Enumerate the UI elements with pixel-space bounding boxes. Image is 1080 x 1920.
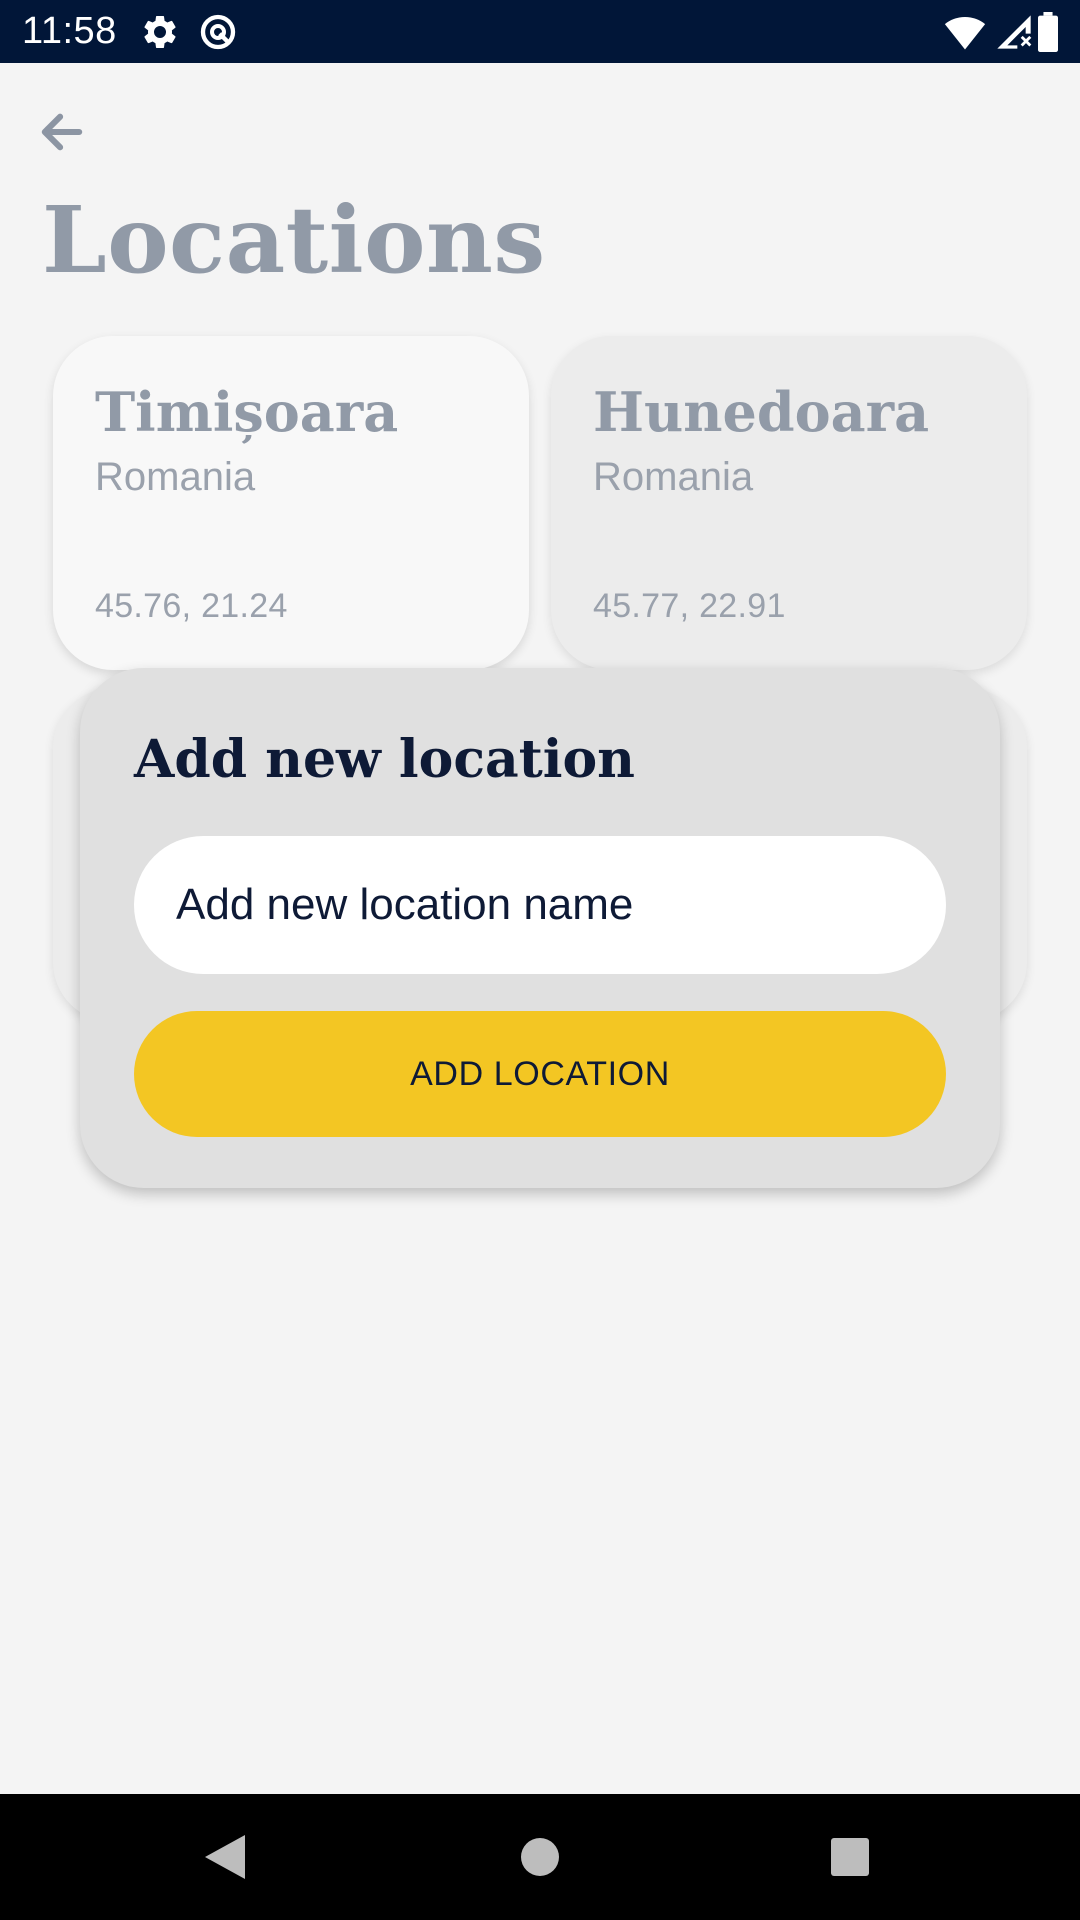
signal-icon xyxy=(994,12,1034,52)
add-location-button[interactable]: ADD LOCATION xyxy=(134,1011,946,1137)
location-coordinates: 45.76, 21.24 xyxy=(95,587,288,625)
back-button[interactable] xyxy=(30,100,94,164)
settings-icon xyxy=(140,12,180,52)
add-location-dialog: Add new location ADD LOCATION xyxy=(80,668,1000,1188)
status-time: 11:58 xyxy=(22,10,117,52)
location-country: Romania xyxy=(593,455,754,499)
battery-icon xyxy=(1036,12,1060,52)
location-coordinates: 45.77, 22.91 xyxy=(593,587,786,625)
nav-home-button[interactable] xyxy=(505,1822,575,1892)
location-city: Timișoara xyxy=(95,380,399,444)
nav-recents-button[interactable] xyxy=(815,1822,885,1892)
dialog-title: Add new location xyxy=(134,729,635,790)
location-city: Hunedoara xyxy=(593,380,930,444)
screen: 11:58 Locations Timișoara Romania 45.76,… xyxy=(0,0,1080,1920)
nav-back-button[interactable] xyxy=(190,1822,260,1892)
location-card[interactable]: Timișoara Romania 45.76, 21.24 xyxy=(53,336,529,670)
arrow-left-icon xyxy=(41,113,83,151)
data-saver-icon xyxy=(198,12,238,52)
status-bar: 11:58 xyxy=(0,0,1080,63)
page-title: Locations xyxy=(42,186,546,294)
navigation-bar xyxy=(0,1794,1080,1920)
location-card[interactable]: Hunedoara Romania 45.77, 22.91 xyxy=(551,336,1027,670)
home-circle-icon xyxy=(521,1838,559,1876)
location-country: Romania xyxy=(95,455,256,499)
wifi-icon xyxy=(944,12,986,52)
location-name-input[interactable] xyxy=(134,836,946,974)
back-triangle-icon xyxy=(205,1835,245,1879)
recents-square-icon xyxy=(831,1838,869,1876)
